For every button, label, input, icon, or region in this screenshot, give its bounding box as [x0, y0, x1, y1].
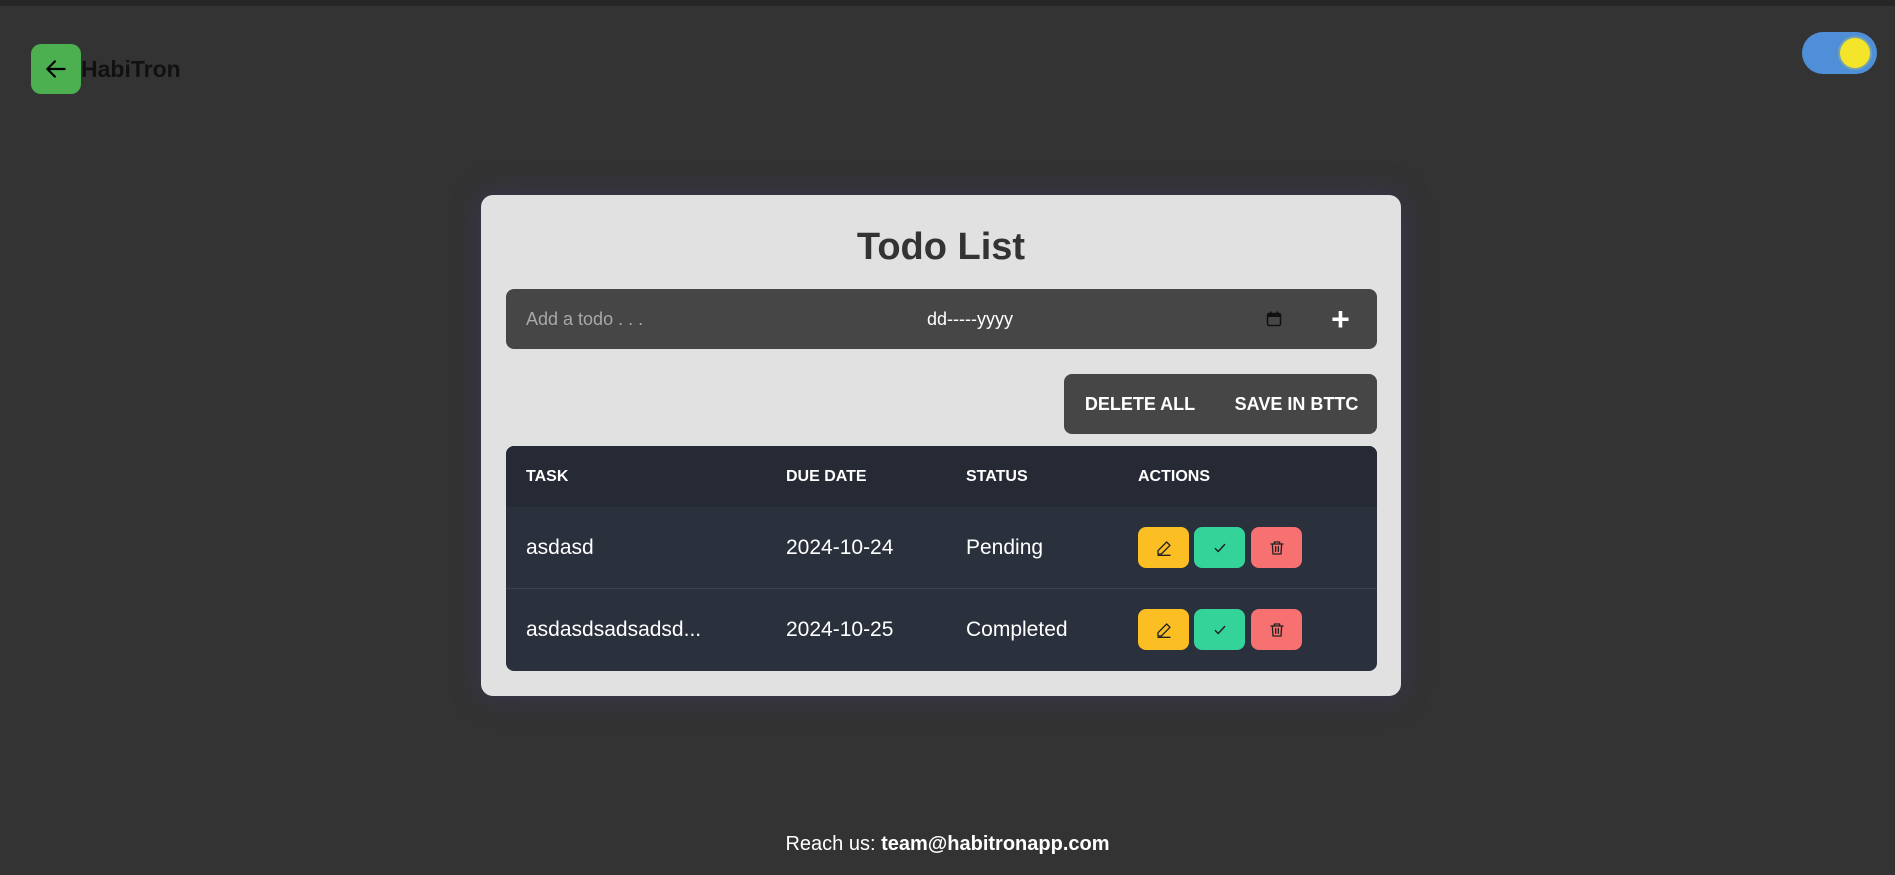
- edit-button[interactable]: [1138, 527, 1189, 568]
- trash-icon: [1269, 540, 1284, 555]
- status-cell: Completed: [966, 618, 1068, 641]
- page-title: Todo List: [856, 226, 1026, 268]
- due-date-cell: 2024-10-24: [786, 536, 894, 559]
- footer-prefix: Reach us:: [785, 833, 882, 855]
- column-header-status: STATUS: [966, 468, 1028, 485]
- table-header: TASK DUE DATE STATUS ACTIONS: [506, 446, 1377, 507]
- sun-icon: [1840, 38, 1870, 68]
- delete-all-button[interactable]: DELETE ALL: [1064, 374, 1216, 434]
- todo-table: TASK DUE DATE STATUS ACTIONS asdasd 2024…: [506, 446, 1377, 671]
- theme-toggle[interactable]: [1802, 32, 1877, 74]
- task-cell: asdasdsadsadsd...: [526, 618, 702, 641]
- due-date-cell: 2024-10-25: [786, 618, 894, 641]
- add-todo-button[interactable]: +: [1304, 289, 1377, 349]
- delete-button[interactable]: [1251, 527, 1302, 568]
- due-date-input[interactable]: dd-----yyyy: [905, 289, 1304, 349]
- pencil-icon: [1156, 540, 1171, 556]
- footer: Reach us: team@habitronapp.com: [0, 832, 1895, 856]
- check-icon: [1214, 625, 1225, 634]
- back-button[interactable]: [31, 44, 81, 94]
- status-cell: Pending: [966, 536, 1044, 559]
- edit-button[interactable]: [1138, 609, 1189, 650]
- column-header-task: TASK: [526, 468, 569, 485]
- calendar-icon[interactable]: [1266, 311, 1282, 327]
- todo-input[interactable]: [506, 289, 905, 349]
- complete-button[interactable]: [1194, 609, 1245, 650]
- todo-card: Todo List dd-----yyyy + DELETE ALL SAVE …: [481, 195, 1401, 696]
- save-in-bttc-button[interactable]: SAVE IN BTTC: [1216, 374, 1377, 434]
- table-row: asdasdsadsadsd... 2024-10-25 Completed: [506, 589, 1377, 671]
- brand-name: HabiTron: [81, 56, 181, 82]
- delete-button[interactable]: [1251, 609, 1302, 650]
- column-header-actions: ACTIONS: [1138, 468, 1210, 485]
- plus-icon: +: [1331, 300, 1350, 337]
- pencil-icon: [1156, 622, 1171, 638]
- contact-email[interactable]: team@habitronapp.com: [881, 833, 1109, 855]
- complete-button[interactable]: [1194, 527, 1245, 568]
- top-strip: [0, 0, 1895, 6]
- trash-icon: [1269, 622, 1284, 637]
- task-cell: asdasd: [526, 536, 594, 559]
- column-header-due-date: DUE DATE: [786, 468, 867, 485]
- check-icon: [1214, 543, 1225, 552]
- due-date-value: dd-----yyyy: [927, 308, 1013, 329]
- arrow-left-icon: [46, 60, 66, 78]
- table-row: asdasd 2024-10-24 Pending: [506, 507, 1377, 589]
